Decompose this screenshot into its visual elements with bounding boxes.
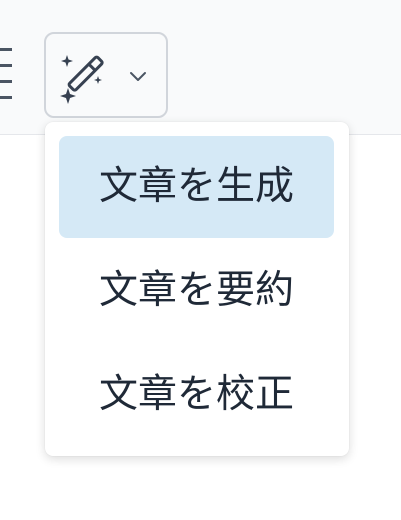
list-icon[interactable] [0,48,14,100]
menu-item-proofread-text[interactable]: 文章を校正 [59,344,334,446]
menu-item-summarize-text[interactable]: 文章を要約 [59,240,334,342]
magic-wand-sparkles-icon [60,55,104,104]
ai-dropdown-menu: 文章を生成 文章を要約 文章を校正 [45,122,349,456]
ai-assist-button[interactable] [44,32,168,118]
menu-item-generate-text[interactable]: 文章を生成 [59,136,334,238]
chevron-down-icon [130,72,146,81]
toolbar [0,0,401,135]
